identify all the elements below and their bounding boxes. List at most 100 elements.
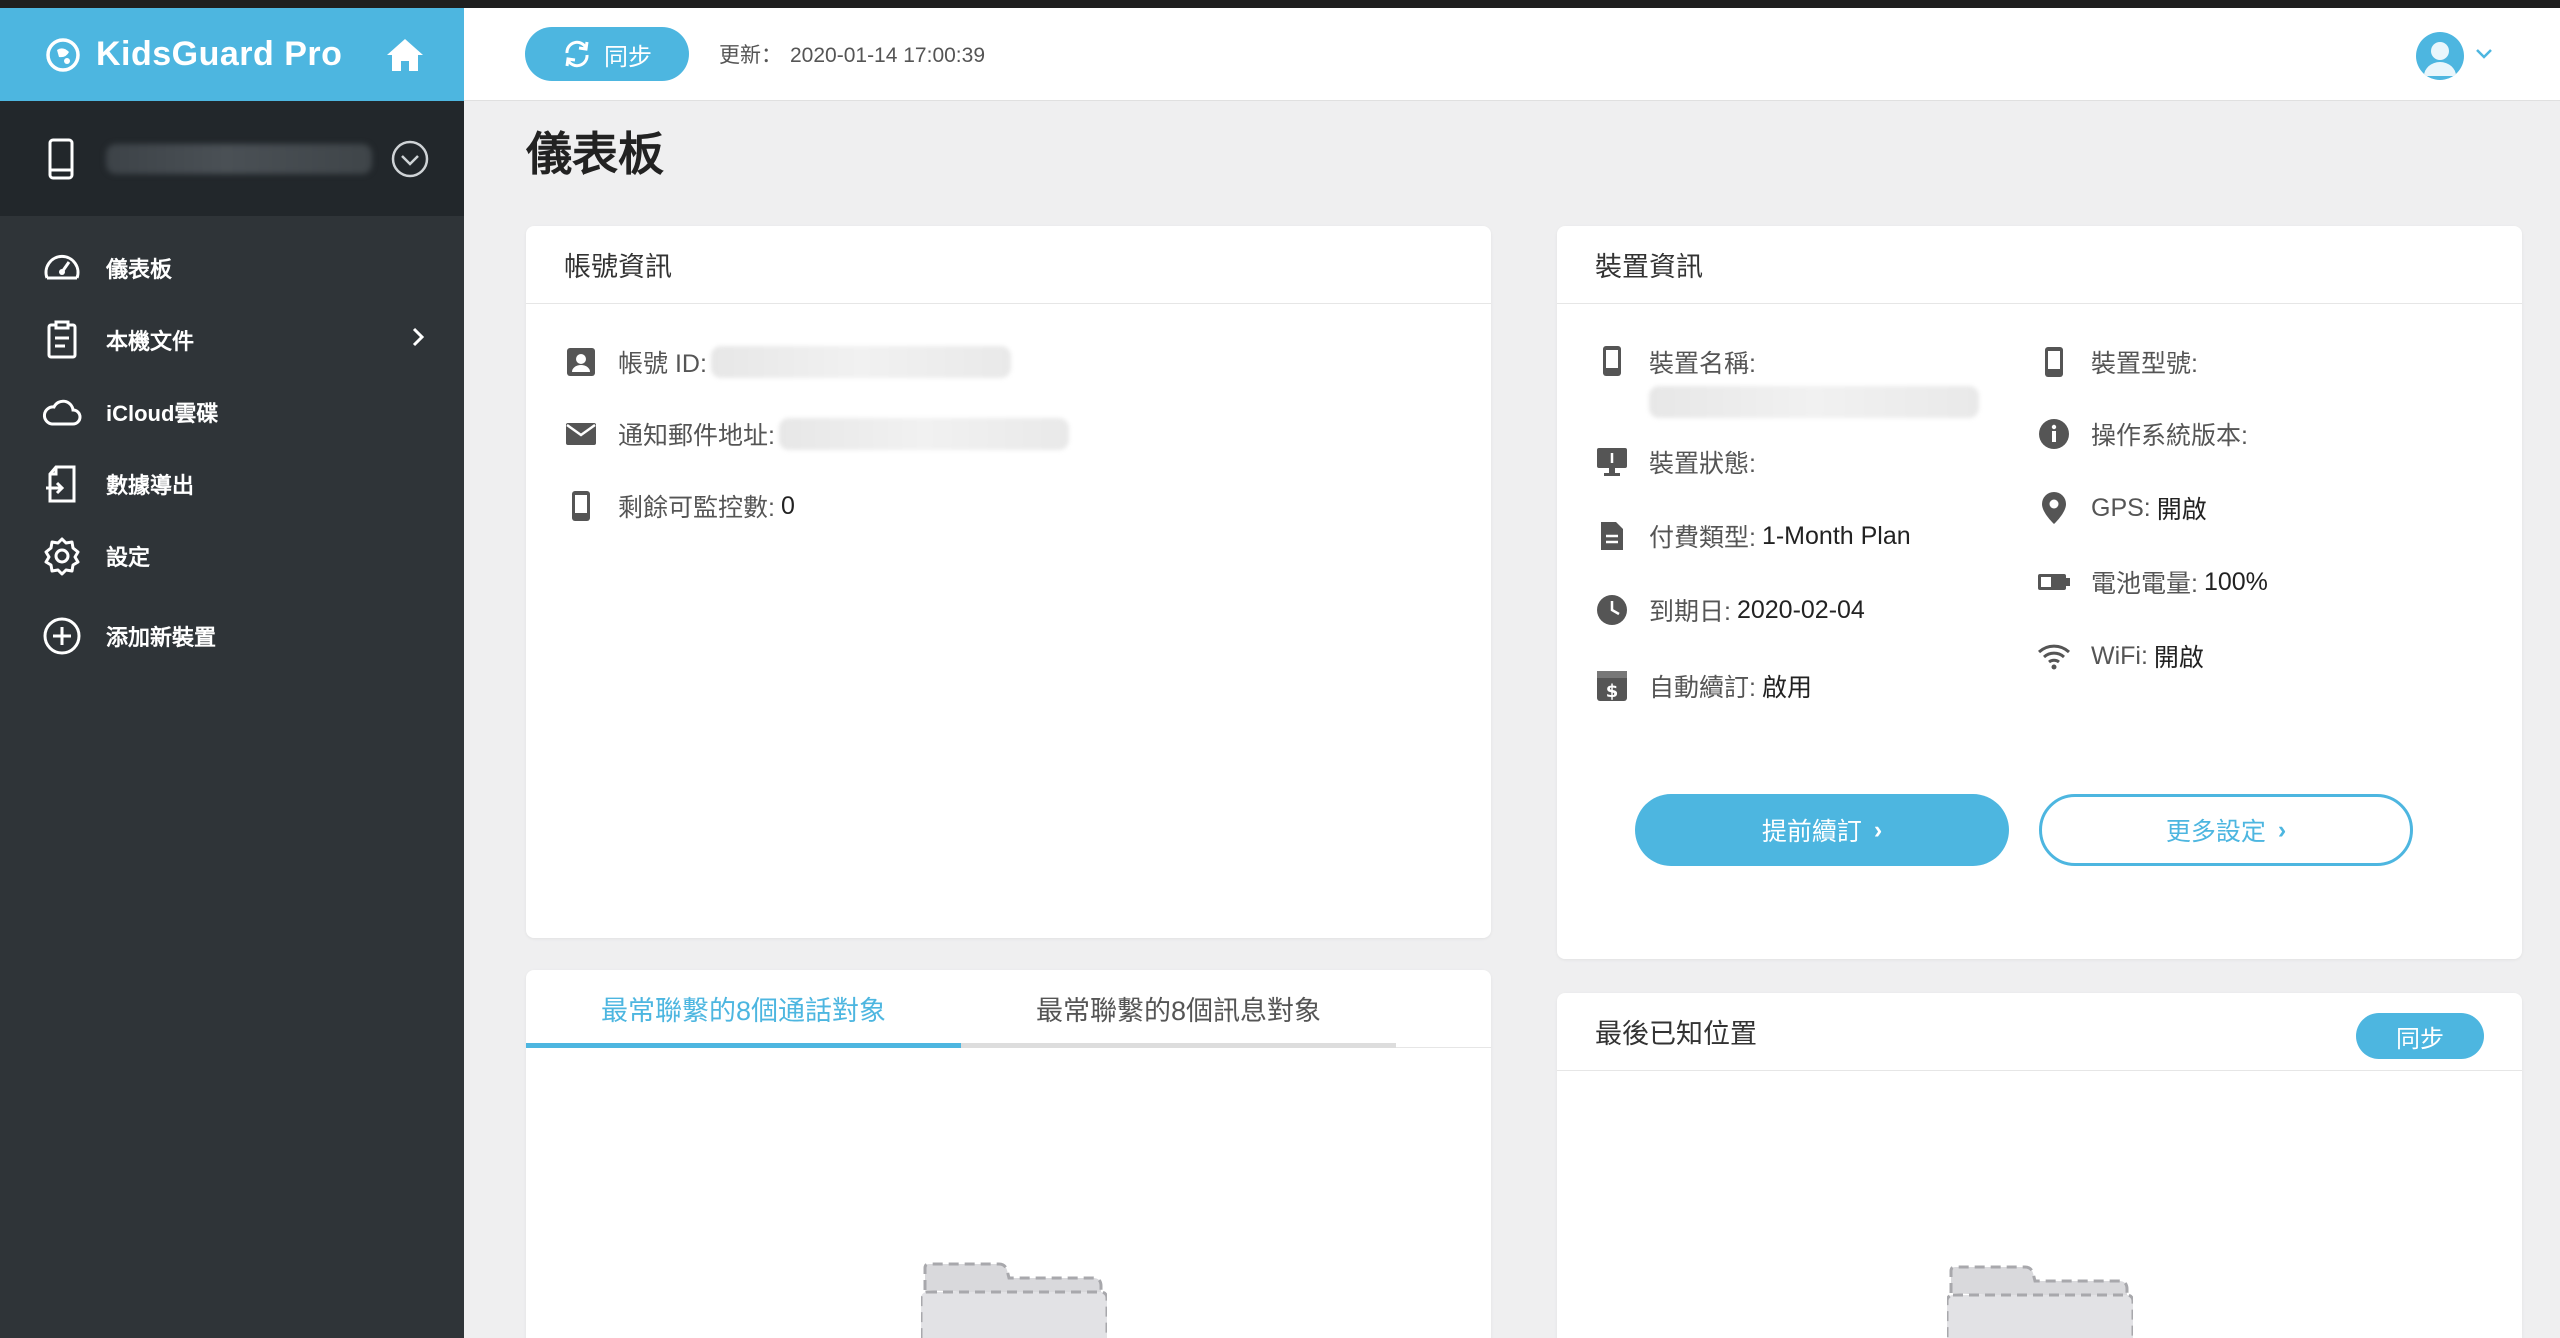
sidebar-item-icloud[interactable]: iCloud雲碟 [0, 376, 464, 448]
sidebar-item-label: 數據導出 [106, 473, 195, 498]
email-redacted [778, 418, 1069, 450]
battery-icon [2037, 565, 2071, 599]
tab-top-message-contacts[interactable]: 最常聯繫的8個訊息對象 [961, 970, 1396, 1048]
empty-folder-icon [919, 1260, 1109, 1338]
phone-icon [2037, 345, 2071, 379]
device-name-redacted [106, 143, 372, 174]
sidebar-item-settings[interactable]: 設定 [0, 520, 464, 592]
sync-button-label: 同步 [604, 43, 652, 71]
renew-early-button[interactable]: 提前續訂 › [1635, 794, 2009, 866]
brand-bar: KidsGuard Pro [0, 8, 464, 101]
battery-label: 電池電量: [2091, 570, 2198, 598]
last-location-card: 最後已知位置 同步 [1557, 993, 2522, 1338]
chevron-down-circle-icon[interactable] [390, 139, 430, 179]
chevron-right-icon: › [2277, 815, 2287, 844]
chevron-right-icon [410, 325, 426, 355]
avatar[interactable] [2416, 32, 2464, 80]
home-icon[interactable] [382, 32, 428, 78]
wifi-value: 開啟 [2153, 644, 2204, 672]
os-version-row: 操作系統版本: [2037, 416, 2248, 452]
auto-renew-value: 啟用 [1761, 674, 1812, 702]
mail-icon [564, 417, 598, 451]
remaining-row: 剩餘可監控數: 0 [564, 488, 795, 524]
wifi-icon [2037, 639, 2071, 673]
chevron-right-icon: › [1873, 815, 1883, 844]
remaining-label: 剩餘可監控數: [618, 494, 775, 522]
updated-label: 更新： [719, 44, 782, 67]
sidebar-nav: 儀表板 本機文件 iCloud雲碟 數據導出 設定 添加新裝置 [0, 216, 464, 672]
sidebar-item-dashboard[interactable]: 儀表板 [0, 232, 464, 304]
file-icon [1595, 519, 1629, 553]
payment-type-label: 付費類型: [1649, 524, 1756, 552]
sync-button[interactable]: 同步 [525, 27, 689, 81]
sidebar-item-label: 添加新裝置 [106, 625, 217, 650]
cloud-icon [40, 390, 84, 434]
location-pin-icon [2037, 491, 2071, 525]
add-circle-icon [40, 614, 84, 658]
device-name-row: 裝置名稱: [1595, 344, 1979, 425]
sidebar-item-label: 儀表板 [106, 257, 173, 282]
os-version-label: 操作系統版本: [2091, 422, 2248, 450]
sidebar-item-label: 設定 [106, 545, 151, 570]
auto-renew-row: $ 自動續訂: 啟用 [1595, 668, 1812, 704]
clock-icon [1595, 593, 1629, 627]
top-window-strip [0, 0, 2560, 8]
payment-type-row: 付費類型: 1-Month Plan [1595, 518, 1911, 554]
device-info-card: 裝置資訊 裝置名稱: 裝置狀態: 付費類型: 1-Month Plan 到期日:… [1557, 226, 2522, 959]
card-title: 帳號資訊 [526, 226, 1491, 304]
account-id-label: 帳號 ID: [618, 350, 707, 378]
device-selector[interactable] [0, 101, 464, 216]
sync-icon [565, 40, 589, 68]
chevron-down-icon[interactable] [2474, 47, 2494, 66]
sidebar-item-data-export[interactable]: 數據導出 [0, 448, 464, 520]
expiry-row: 到期日: 2020-02-04 [1595, 592, 1865, 628]
phone-icon [1595, 344, 1629, 378]
expiry-label: 到期日: [1649, 598, 1731, 626]
device-status-row: 裝置狀態: [1595, 444, 1756, 480]
user-menu[interactable] [2416, 32, 2494, 80]
user-badge-icon [564, 345, 598, 379]
top-contacts-card: 最常聯繫的8個通話對象 最常聯繫的8個訊息對象 [526, 970, 1491, 1338]
contacts-tabs: 最常聯繫的8個通話對象 最常聯繫的8個訊息對象 [526, 970, 1491, 1048]
auto-renew-label: 自動續訂: [1649, 674, 1756, 702]
more-settings-label: 更多設定 [2165, 818, 2266, 846]
card-title: 裝置資訊 [1557, 226, 2522, 304]
sidebar-item-label: iCloud雲碟 [106, 401, 219, 426]
battery-value: 100% [2203, 567, 2268, 596]
email-label: 通知郵件地址: [618, 422, 775, 450]
sidebar: KidsGuard Pro 儀表板 本機文件 iCloud雲碟 數據導出 設定 … [0, 8, 464, 1338]
phone-icon [44, 138, 78, 180]
info-icon [2037, 417, 2071, 451]
email-row: 通知郵件地址: [564, 416, 1069, 452]
device-model-label: 裝置型號: [2091, 350, 2198, 378]
account-info-card: 帳號資訊 帳號 ID: 通知郵件地址: 剩餘可監控數: 0 [526, 226, 1491, 938]
gps-label: GPS: [2091, 493, 2151, 522]
sidebar-item-local-files[interactable]: 本機文件 [0, 304, 464, 376]
device-status-label: 裝置狀態: [1649, 450, 1756, 478]
wifi-label: WiFi: [2091, 641, 2148, 670]
renew-button-label: 提前續訂 [1761, 818, 1862, 846]
device-name-redacted [1649, 386, 1979, 418]
brand-name: KidsGuard Pro [96, 35, 343, 73]
expiry-value: 2020-02-04 [1736, 595, 1865, 624]
device-model-row: 裝置型號: [2037, 344, 2198, 380]
svg-text:$: $ [1606, 681, 1619, 702]
more-settings-button[interactable]: 更多設定 › [2039, 794, 2413, 866]
empty-folder-icon [1945, 1263, 2135, 1338]
dashboard-gauge-icon [40, 246, 84, 290]
battery-row: 電池電量: 100% [2037, 564, 2268, 600]
location-sync-button[interactable]: 同步 [2356, 1013, 2484, 1059]
gear-icon [40, 534, 84, 578]
top-header: 同步 更新： 2020-01-14 17:00:39 [464, 8, 2560, 101]
export-icon [40, 462, 84, 506]
kidsguard-logo-icon [44, 36, 82, 74]
account-id-redacted [710, 346, 1011, 378]
payment-type-value: 1-Month Plan [1761, 521, 1911, 550]
gps-row: GPS: 開啟 [2037, 490, 2207, 526]
dollar-box-icon: $ [1595, 669, 1629, 703]
tab-top-call-contacts[interactable]: 最常聯繫的8個通話對象 [526, 970, 961, 1048]
wifi-row: WiFi: 開啟 [2037, 638, 2204, 674]
updated-time: 2020-01-14 17:00:39 [790, 44, 985, 67]
account-id-row: 帳號 ID: [564, 344, 1011, 380]
sidebar-item-add-device[interactable]: 添加新裝置 [0, 600, 464, 672]
